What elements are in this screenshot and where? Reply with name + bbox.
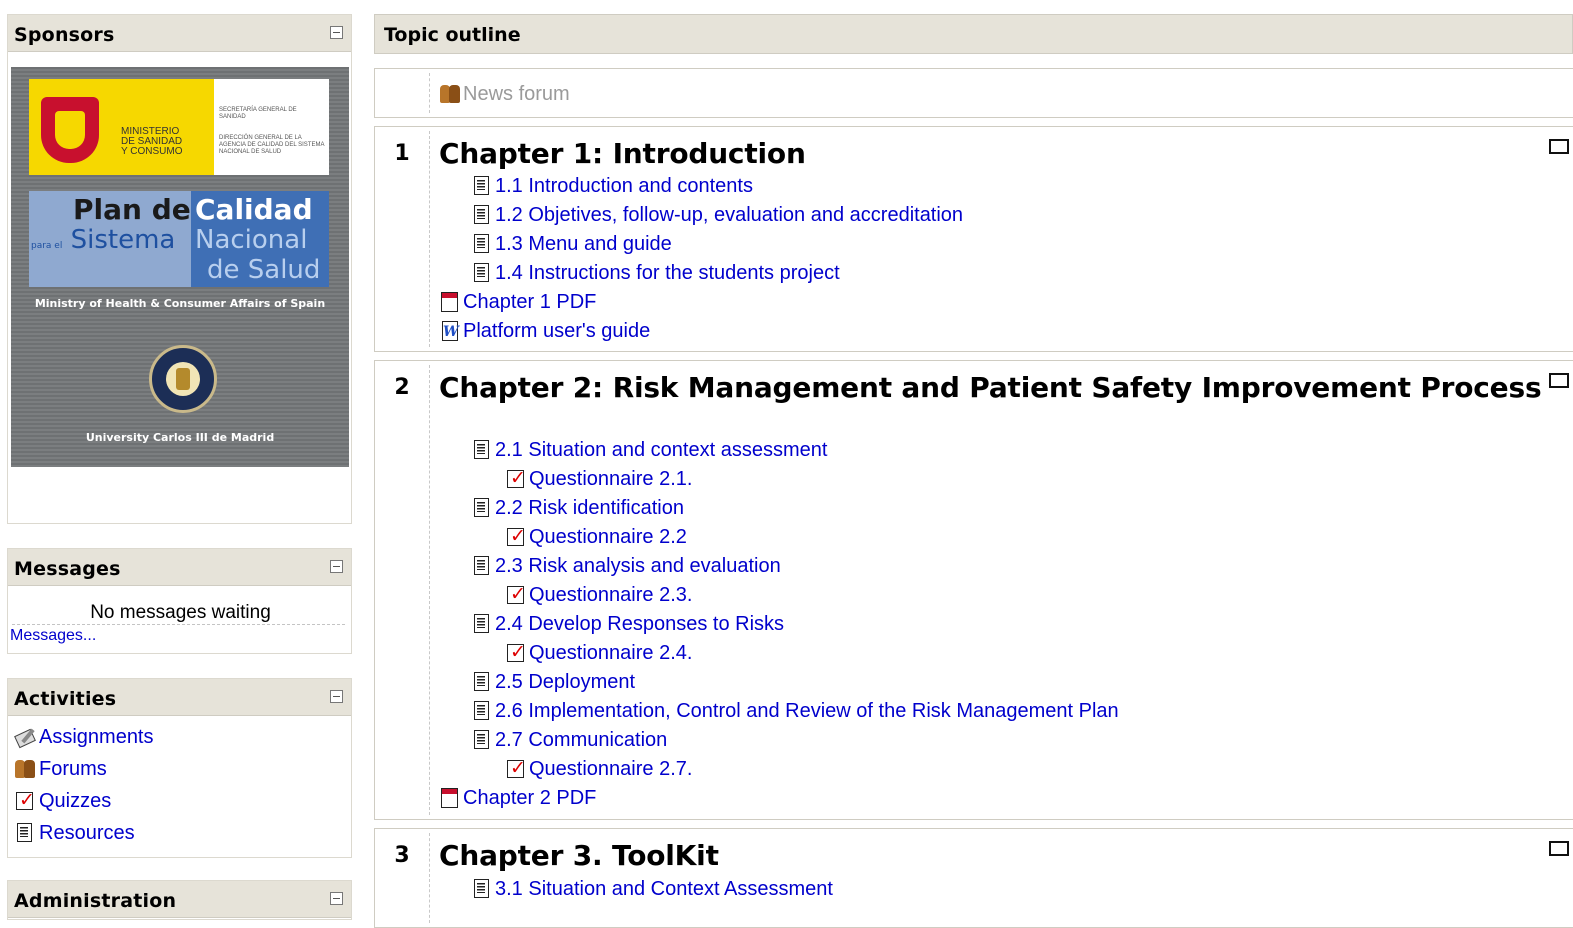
block-title: Activities xyxy=(14,688,117,710)
block-header: Activities xyxy=(8,679,351,716)
block-title: Messages xyxy=(14,558,121,580)
administration-block: Administration xyxy=(7,880,352,920)
list-item[interactable]: Questionnaire 2.1. xyxy=(505,465,692,493)
activity-resources[interactable]: Resources xyxy=(14,819,135,847)
divider xyxy=(429,833,430,923)
list-item[interactable]: 3.1 Situation and Context Assessment xyxy=(471,875,833,903)
plan-calidad-logo: Plan de Calidad para el Sistema Nacional… xyxy=(29,191,329,287)
section-number: 3 xyxy=(394,843,410,868)
resource-icon xyxy=(471,729,493,751)
resource-icon xyxy=(14,822,36,844)
section-number: 2 xyxy=(394,375,410,400)
list-item[interactable]: 2.3 Risk analysis and evaluation xyxy=(471,552,781,580)
ministry-logo: MINISTERIO DE SANIDAD Y CONSUMO SECRETAR… xyxy=(29,79,329,175)
news-forum-link[interactable]: News forum xyxy=(439,80,570,108)
divider xyxy=(429,73,430,113)
list-item[interactable]: Questionnaire 2.7. xyxy=(505,755,692,783)
section-3: 3 Chapter 3. ToolKit 3.1 Situation and C… xyxy=(374,828,1573,928)
collapse-button[interactable] xyxy=(330,892,343,905)
divider xyxy=(12,624,345,625)
section-title: Chapter 1: Introduction xyxy=(439,137,806,170)
resource-icon xyxy=(471,204,493,226)
pdf-icon xyxy=(439,291,461,313)
ministry-caption: Ministry of Health & Consumer Affairs of… xyxy=(34,297,326,310)
list-item[interactable]: Chapter 2 PDF xyxy=(439,784,596,812)
list-item[interactable]: 1.1 Introduction and contents xyxy=(471,172,753,200)
quiz-icon xyxy=(505,641,527,664)
quiz-icon xyxy=(505,583,527,606)
university-caption: University Carlos III de Madrid xyxy=(85,431,275,444)
resource-icon xyxy=(471,497,493,519)
activities-block: Activities Assignments Forums Quizzes Re… xyxy=(7,678,352,858)
resource-icon xyxy=(471,439,493,461)
list-item[interactable]: Platform user's guide xyxy=(439,317,650,345)
collapse-button[interactable] xyxy=(330,560,343,573)
activity-quizzes[interactable]: Quizzes xyxy=(14,787,111,815)
quiz-icon xyxy=(505,467,527,490)
forum-icon xyxy=(439,83,461,105)
block-header: Sponsors xyxy=(8,15,351,52)
divider xyxy=(429,365,430,815)
resource-icon xyxy=(471,233,493,255)
resource-icon xyxy=(471,700,493,722)
forum-icon xyxy=(14,758,36,780)
divider xyxy=(429,131,430,347)
section-highlight-toggle[interactable] xyxy=(1549,139,1569,154)
activity-forums[interactable]: Forums xyxy=(14,755,107,783)
list-item[interactable]: 2.6 Implementation, Control and Review o… xyxy=(471,697,1119,725)
list-item[interactable]: 1.2 Objetives, follow-up, evaluation and… xyxy=(471,201,963,229)
section-0: News forum xyxy=(374,68,1573,118)
list-item[interactable]: Chapter 1 PDF xyxy=(439,288,596,316)
page-title: Topic outline xyxy=(384,24,521,46)
list-item[interactable]: Questionnaire 2.3. xyxy=(505,581,692,609)
quiz-icon xyxy=(505,525,527,548)
list-item[interactable]: 2.7 Communication xyxy=(471,726,667,754)
coat-of-arms-icon xyxy=(41,97,99,163)
collapse-button[interactable] xyxy=(330,690,343,703)
messages-block: Messages No messages waiting Messages... xyxy=(7,548,352,654)
assignment-icon xyxy=(14,726,36,748)
quiz-icon xyxy=(14,789,36,812)
section-number: 1 xyxy=(394,141,410,166)
block-title: Sponsors xyxy=(14,24,115,46)
university-seal-icon xyxy=(149,345,217,413)
resource-icon xyxy=(471,613,493,635)
word-icon xyxy=(439,320,461,342)
list-item[interactable]: 1.3 Menu and guide xyxy=(471,230,672,258)
sponsors-block: Sponsors MINISTERIO DE SANIDAD Y CONSUMO… xyxy=(7,14,352,524)
section-title: Chapter 2: Risk Management and Patient S… xyxy=(439,371,1542,404)
section-highlight-toggle[interactable] xyxy=(1549,373,1569,388)
no-messages-text: No messages waiting xyxy=(90,602,271,623)
list-item[interactable]: Questionnaire 2.2 xyxy=(505,523,687,551)
activity-assignments[interactable]: Assignments xyxy=(14,723,154,751)
quiz-icon xyxy=(505,757,527,780)
topic-outline-header: Topic outline xyxy=(374,14,1573,54)
section-2: 2 Chapter 2: Risk Management and Patient… xyxy=(374,360,1573,820)
resource-icon xyxy=(471,262,493,284)
section-title: Chapter 3. ToolKit xyxy=(439,839,719,872)
messages-link[interactable]: Messages... xyxy=(10,627,96,645)
collapse-button[interactable] xyxy=(330,26,343,39)
list-item[interactable]: 2.2 Risk identification xyxy=(471,494,684,522)
block-header: Messages xyxy=(8,549,351,586)
list-item[interactable]: 1.4 Instructions for the students projec… xyxy=(471,259,840,287)
block-title: Administration xyxy=(14,890,177,912)
section-1: 1 Chapter 1: Introduction 1.1 Introducti… xyxy=(374,126,1573,352)
list-item[interactable]: 2.4 Develop Responses to Risks xyxy=(471,610,784,638)
resource-icon xyxy=(471,671,493,693)
list-item[interactable]: 2.1 Situation and context assessment xyxy=(471,436,827,464)
resource-icon xyxy=(471,555,493,577)
resource-icon xyxy=(471,175,493,197)
list-item[interactable]: 2.5 Deployment xyxy=(471,668,635,696)
resource-icon xyxy=(471,878,493,900)
section-highlight-toggle[interactable] xyxy=(1549,841,1569,856)
list-item[interactable]: Questionnaire 2.4. xyxy=(505,639,692,667)
pdf-icon xyxy=(439,787,461,809)
sponsor-image: MINISTERIO DE SANIDAD Y CONSUMO SECRETAR… xyxy=(11,67,349,467)
block-header: Administration xyxy=(8,881,351,918)
